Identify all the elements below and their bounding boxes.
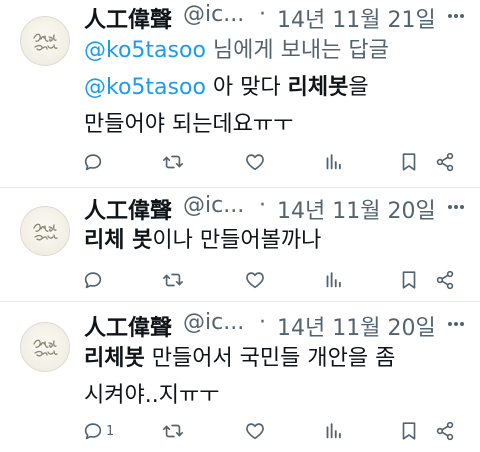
tweet-text: 리체봇 만들어서 국민들 개안을 좀 시켜야..지ㅠㅜ bbox=[84, 340, 470, 414]
views-button[interactable] bbox=[322, 268, 344, 292]
tweet-header: 人工偉聲 @ic... · 14년 11월 20일 bbox=[84, 191, 470, 225]
tweet-text-segment: 아 맞다 bbox=[205, 75, 288, 100]
tweet-bold-text: 리체 봇 bbox=[84, 228, 153, 253]
retweet-icon bbox=[163, 424, 183, 438]
bookmark-button[interactable] bbox=[398, 150, 420, 174]
separator: · bbox=[259, 193, 266, 218]
like-button[interactable] bbox=[244, 150, 266, 174]
views-button[interactable] bbox=[322, 419, 344, 443]
views-button[interactable] bbox=[322, 150, 344, 174]
mention-link[interactable]: @ko5tasoo bbox=[84, 38, 206, 63]
tweet[interactable]: 人工偉聲 @ic... · 14년 11월 20일 리체봇 만들어서 국민들 개… bbox=[0, 302, 480, 452]
tweet-date[interactable]: 14년 11월 20일 bbox=[277, 310, 436, 342]
tweet-bold-text: 리체봇 bbox=[287, 75, 349, 100]
mention-link[interactable]: @ko5tasoo bbox=[84, 75, 206, 100]
tweet-line: 만들어야 되는데요ㅠㅜ bbox=[84, 112, 294, 137]
separator: · bbox=[259, 2, 266, 27]
like-icon bbox=[246, 272, 264, 289]
bookmark-icon bbox=[402, 422, 416, 440]
tweet[interactable]: 人工偉聲 @ic... · 14년 11월 20일 리체 봇이나 만들어볼까나 bbox=[0, 188, 480, 302]
tweet-line: 리체 봇이나 만들어볼까나 bbox=[84, 222, 470, 259]
share-icon bbox=[436, 152, 454, 172]
avatar[interactable] bbox=[20, 322, 70, 372]
tweet-header: 人工偉聲 @ic... · 14년 11월 21일 bbox=[84, 0, 470, 34]
tweet-date[interactable]: 14년 11월 21일 bbox=[277, 2, 436, 34]
display-name[interactable]: 人工偉聲 bbox=[84, 193, 172, 225]
tweet-text-segment: 이나 만들어볼까나 bbox=[152, 228, 322, 253]
avatar[interactable] bbox=[20, 16, 70, 66]
replying-to: @ko5tasoo 님에게 보내는 답글 bbox=[84, 32, 470, 69]
action-bar: 1 bbox=[84, 419, 460, 443]
tweet-bold-text: 리체봇 bbox=[84, 346, 145, 371]
tweet-text-segment: 을 bbox=[348, 75, 369, 100]
action-bar bbox=[84, 150, 460, 174]
display-name[interactable]: 人工偉聲 bbox=[84, 2, 172, 34]
share-button[interactable] bbox=[434, 150, 456, 174]
more-icon[interactable] bbox=[442, 310, 470, 338]
tweet-line: 시켜야..지ㅠㅜ bbox=[84, 383, 220, 408]
retweet-icon bbox=[163, 155, 183, 169]
views-icon bbox=[326, 154, 341, 170]
action-bar bbox=[84, 268, 460, 292]
views-icon bbox=[326, 423, 341, 439]
tweet-text-segment: 만들어서 국민들 개안을 좀 bbox=[144, 346, 396, 371]
retweet-button[interactable] bbox=[162, 268, 184, 292]
tweet-header: 人工偉聲 @ic... · 14년 11월 20일 bbox=[84, 308, 470, 342]
separator: · bbox=[259, 310, 266, 335]
tweet-line: 리체봇 만들어서 국민들 개안을 좀 bbox=[84, 340, 470, 377]
reply-button[interactable]: 1 bbox=[82, 419, 114, 443]
replying-to-label: 님에게 보내는 답글 bbox=[212, 38, 389, 63]
user-handle[interactable]: @ic... bbox=[183, 2, 244, 27]
reply-icon bbox=[84, 154, 102, 171]
bookmark-button[interactable] bbox=[398, 419, 420, 443]
reply-icon bbox=[84, 423, 102, 440]
share-button[interactable] bbox=[434, 419, 456, 443]
like-button[interactable] bbox=[244, 419, 266, 443]
tweet-date[interactable]: 14년 11월 20일 bbox=[277, 193, 436, 225]
reply-count: 1 bbox=[106, 423, 115, 439]
share-icon bbox=[436, 270, 454, 290]
tweet-text: 리체 봇이나 만들어볼까나 bbox=[84, 222, 470, 259]
tweet-text: @ko5tasoo 님에게 보내는 답글 @ko5tasoo 아 맞다 리체봇을… bbox=[84, 32, 470, 143]
bookmark-icon bbox=[402, 271, 416, 289]
like-button[interactable] bbox=[244, 268, 266, 292]
bookmark-icon bbox=[402, 153, 416, 171]
reply-button[interactable] bbox=[82, 150, 106, 174]
user-handle[interactable]: @ic... bbox=[183, 193, 244, 218]
more-icon[interactable] bbox=[442, 2, 470, 30]
views-icon bbox=[326, 272, 341, 288]
like-icon bbox=[246, 423, 264, 440]
bookmark-button[interactable] bbox=[398, 268, 420, 292]
like-icon bbox=[246, 154, 264, 171]
more-icon[interactable] bbox=[442, 193, 470, 221]
tweet-line: @ko5tasoo 아 맞다 리체봇을 bbox=[84, 69, 470, 106]
share-button[interactable] bbox=[434, 268, 456, 292]
retweet-button[interactable] bbox=[162, 150, 184, 174]
reply-icon bbox=[84, 272, 102, 289]
share-icon bbox=[436, 421, 454, 441]
display-name[interactable]: 人工偉聲 bbox=[84, 310, 172, 342]
avatar[interactable] bbox=[20, 206, 70, 256]
tweet[interactable]: 人工偉聲 @ic... · 14년 11월 21일 @ko5tasoo 님에게 … bbox=[0, 0, 480, 188]
retweet-icon bbox=[163, 273, 183, 287]
user-handle[interactable]: @ic... bbox=[183, 310, 244, 335]
reply-button[interactable] bbox=[82, 268, 106, 292]
retweet-button[interactable] bbox=[162, 419, 184, 443]
